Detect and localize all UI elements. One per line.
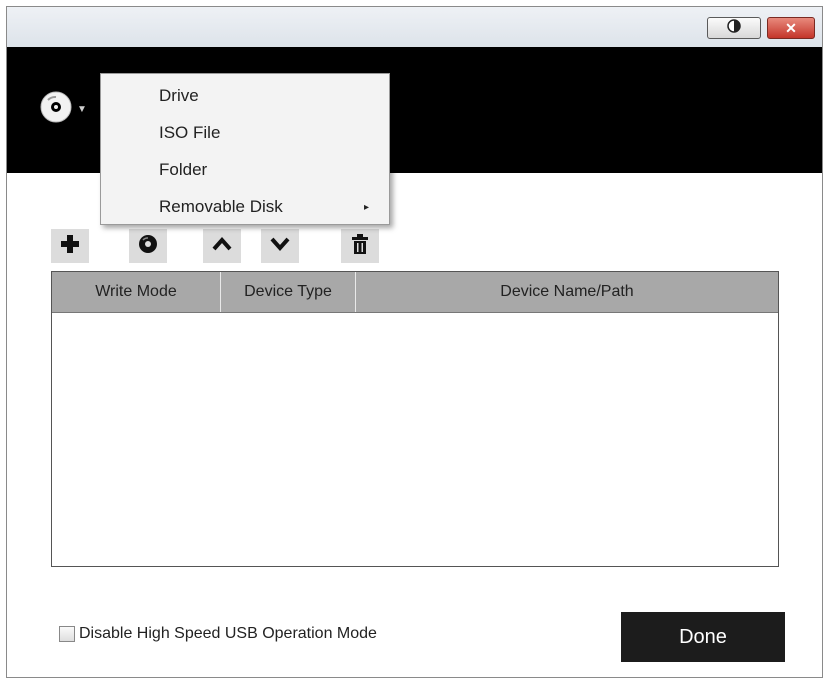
menu-item-folder[interactable]: Folder [159, 160, 207, 180]
menu-item-drive[interactable]: Drive [159, 86, 199, 106]
add-button[interactable] [51, 229, 89, 263]
chevron-down-icon: ▼ [77, 104, 87, 115]
table-header: Write Mode Device Type Device Name/Path [52, 272, 778, 313]
toolbar [51, 229, 391, 263]
submenu-arrow-icon: ▸ [363, 202, 369, 213]
title-bar: ✕ [7, 7, 822, 47]
column-header-write-mode[interactable]: Write Mode [52, 272, 221, 312]
move-down-button[interactable] [261, 229, 299, 263]
close-button[interactable]: ✕ [767, 17, 815, 39]
menu-item-iso-file[interactable]: ISO File [159, 123, 220, 143]
app-window: ✕ ▼ Write Mode Device Type Device Name/P… [6, 6, 823, 678]
source-selector[interactable]: ▼ [39, 90, 87, 129]
contrast-toggle-icon [723, 18, 745, 38]
theme-toggle-button[interactable] [707, 17, 761, 39]
source-menu: Drive ISO File Folder Removable Disk ▸ [100, 73, 390, 225]
high-speed-usb-option[interactable]: Disable High Speed USB Operation Mode [59, 625, 377, 643]
close-icon: ✕ [785, 19, 797, 36]
device-table[interactable]: Write Mode Device Type Device Name/Path [51, 271, 779, 567]
column-header-device-type[interactable]: Device Type [221, 272, 356, 312]
done-button[interactable]: Done [621, 612, 785, 662]
chevron-down-icon [269, 236, 291, 257]
delete-button[interactable] [341, 229, 379, 263]
trash-icon [351, 233, 369, 259]
disable-high-speed-usb-checkbox[interactable] [59, 626, 75, 642]
column-header-device-name-path[interactable]: Device Name/Path [356, 272, 778, 312]
chevron-up-icon [211, 236, 233, 257]
burn-disc-button[interactable] [129, 229, 167, 263]
plus-icon [60, 234, 80, 259]
menu-item-removable-disk[interactable]: Removable Disk [159, 197, 283, 217]
move-up-button[interactable] [203, 229, 241, 263]
checkbox-label: Disable High Speed USB Operation Mode [79, 625, 377, 642]
disc-icon [39, 90, 73, 129]
disc-icon [138, 234, 158, 259]
